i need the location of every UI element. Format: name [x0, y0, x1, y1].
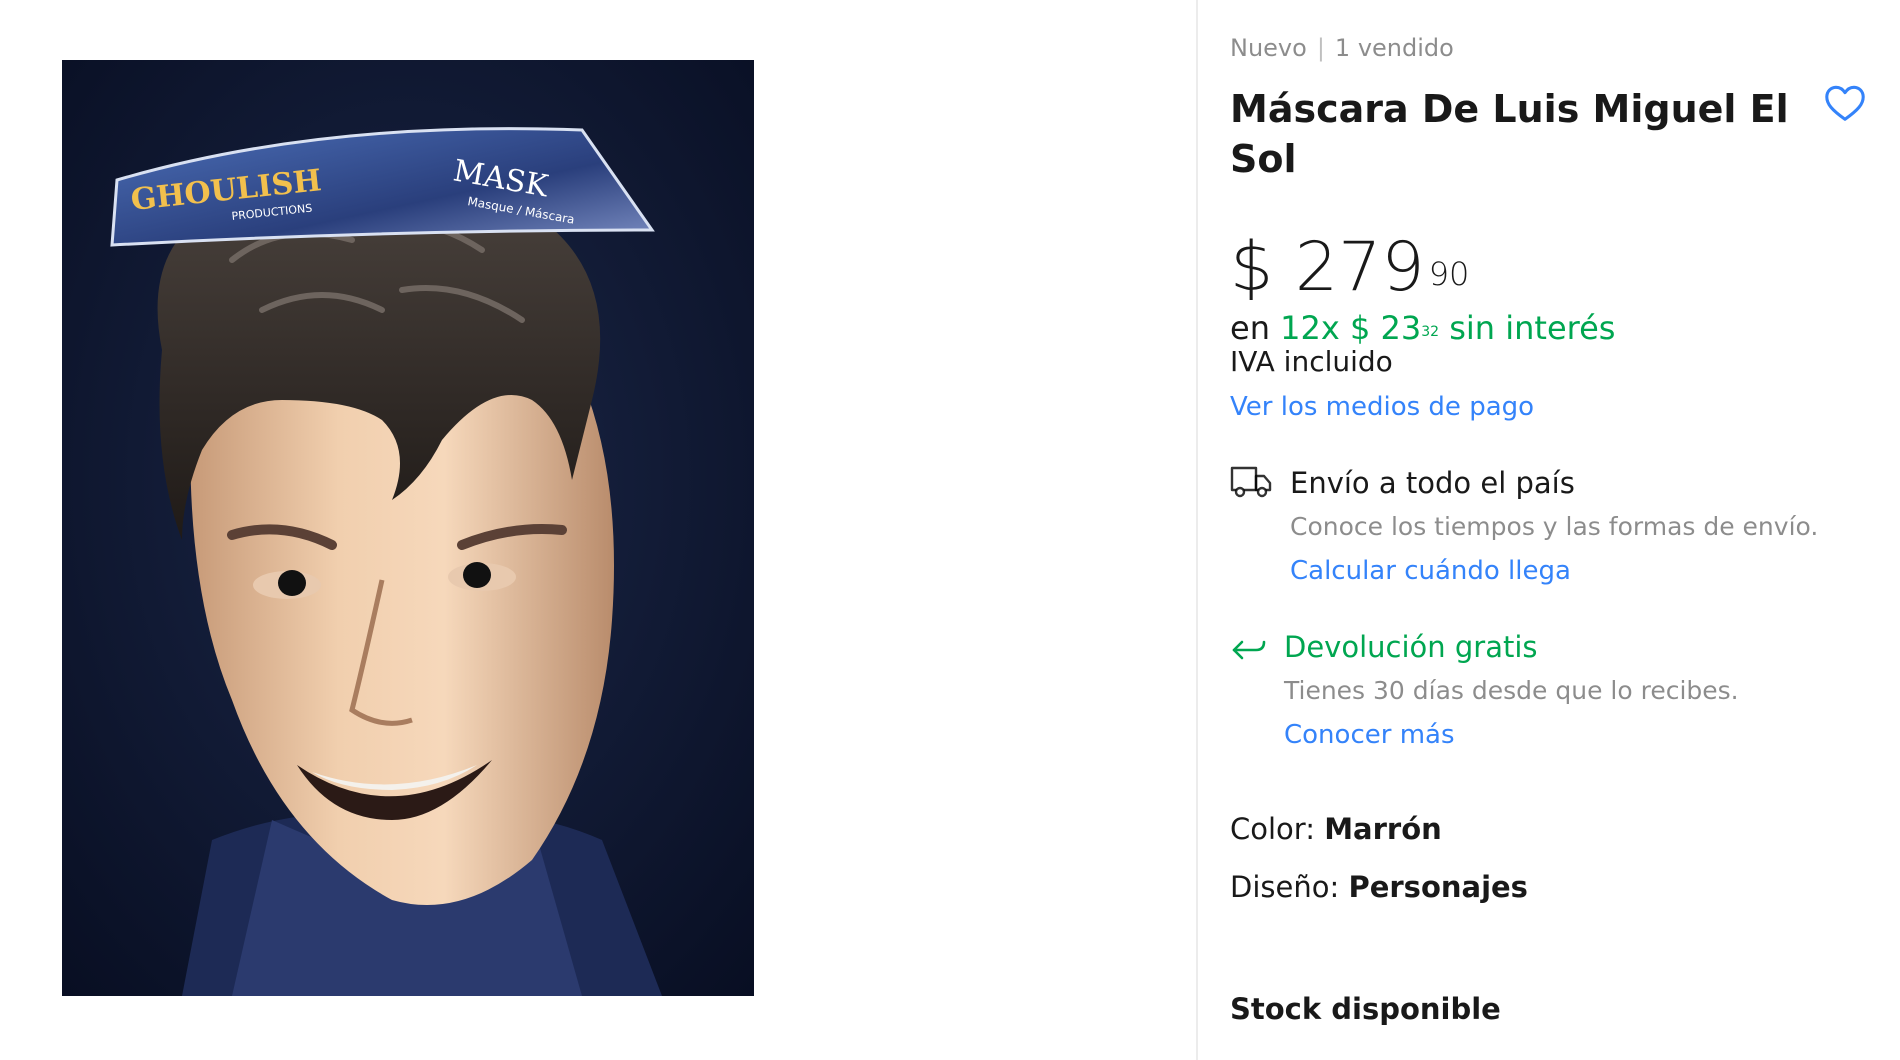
returns-more-link[interactable]: Conocer más [1284, 718, 1455, 752]
spec-color: Color: Marrón [1230, 810, 1442, 848]
installments-currency: $ [1349, 309, 1371, 347]
favorite-button[interactable] [1822, 80, 1868, 126]
spec-design-value: Personajes [1348, 870, 1528, 904]
installments-prefix: en [1230, 309, 1270, 347]
price: $ 279 90 [1230, 228, 1469, 308]
calculate-delivery-link[interactable]: Calcular cuándo llega [1290, 554, 1571, 588]
column-divider [1196, 0, 1198, 1060]
separator: | [1316, 34, 1325, 62]
installments-count: 12x [1280, 309, 1340, 347]
spec-color-value: Marrón [1324, 812, 1442, 846]
product-image[interactable]: GHOULISH PRODUCTIONS MASK Masque / Másca… [62, 60, 754, 996]
product-title: Máscara De Luis Miguel El Sol [1230, 87, 1789, 181]
return-arrow-icon [1232, 640, 1266, 660]
spec-color-label: Color: [1230, 812, 1325, 846]
price-cents: 90 [1428, 255, 1470, 293]
returns-title: Devolución gratis [1284, 630, 1538, 664]
installments-suffix: sin interés [1449, 309, 1616, 347]
returns-subtitle: Tienes 30 días desde que lo recibes. [1284, 676, 1739, 705]
installments-amount: 23 [1380, 309, 1422, 347]
installments-cents: 32 [1421, 324, 1440, 340]
stock-status: Stock disponible [1230, 992, 1501, 1026]
spec-design: Diseño: Personajes [1230, 868, 1528, 906]
payment-methods-link[interactable]: Ver los medios de pago [1230, 390, 1534, 424]
shipping-subtitle: Conoce los tiempos y las formas de envío… [1290, 512, 1819, 541]
truck-icon [1230, 466, 1272, 498]
price-amount: 279 [1294, 228, 1425, 307]
iva-note: IVA incluido [1230, 345, 1393, 378]
product-gallery: GHOULISH PRODUCTIONS MASK Masque / Másca… [0, 0, 1196, 1060]
mask-photo-illustration: GHOULISH PRODUCTIONS MASK Masque / Másca… [62, 60, 754, 996]
product-info: Nuevo | 1 vendido Máscara De Luis Miguel E… [1230, 0, 1880, 1060]
installments: en 12x $ 2332 sin interés [1230, 308, 1615, 348]
condition-label: Nuevo [1230, 34, 1307, 62]
heart-outline-icon [1825, 85, 1865, 121]
shipping-title: Envío a todo el país [1290, 466, 1575, 500]
price-currency: $ [1230, 228, 1274, 307]
sold-count: 1 vendido [1334, 34, 1454, 62]
spec-design-label: Diseño: [1230, 870, 1349, 904]
product-page: GHOULISH PRODUCTIONS MASK Masque / Másca… [0, 0, 1900, 1060]
listing-subtitle: Nuevo | 1 vendido [1230, 34, 1454, 62]
